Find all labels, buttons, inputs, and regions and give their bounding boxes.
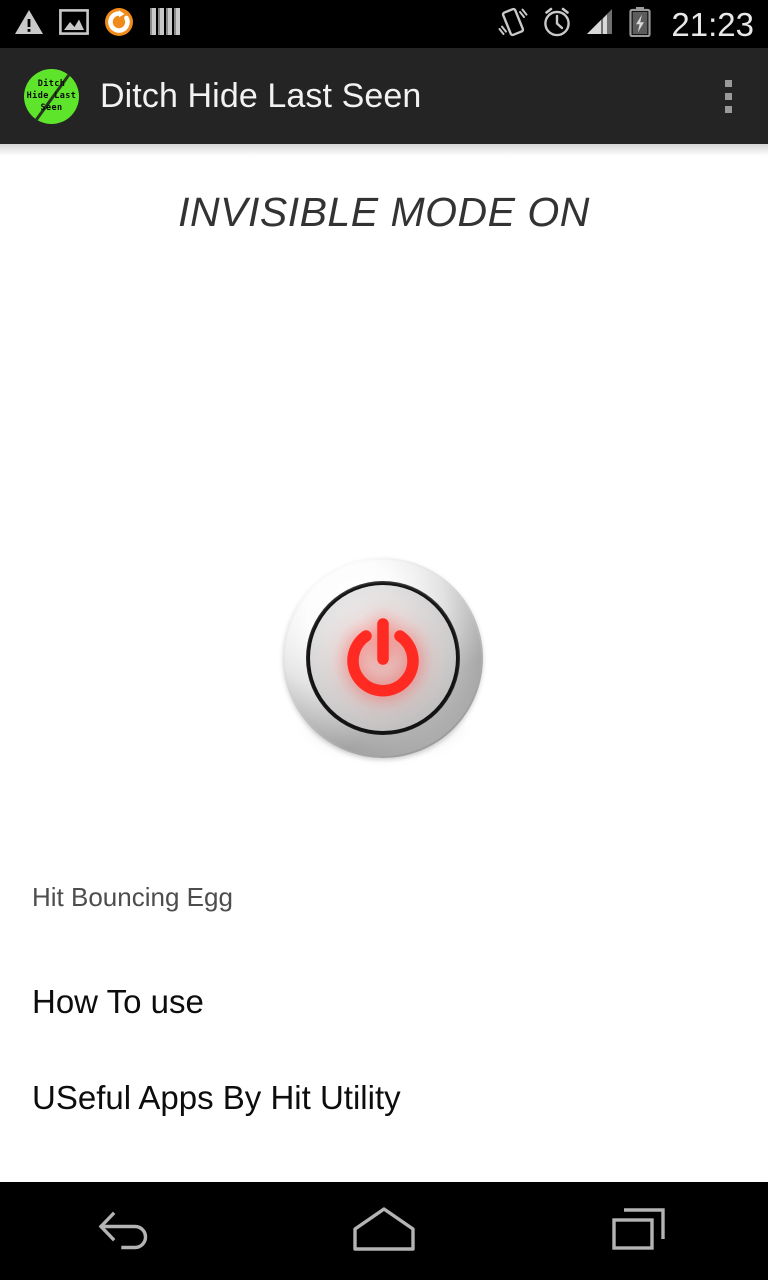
nav-back-button[interactable] (0, 1182, 256, 1280)
status-bar-clock: 21:23 (671, 5, 754, 43)
main-content: INVISIBLE MODE ON Hit Bouncing Egg How T… (0, 144, 768, 1182)
sync-circle-icon (104, 7, 134, 42)
android-screen: 21:23 Ditch Hide Last Seen Ditch Hide La… (0, 0, 768, 1280)
list-item-label: How To use (32, 983, 204, 1020)
overflow-dot-3 (724, 105, 732, 113)
navigation-bar (0, 1182, 768, 1280)
list-spacer-2 (0, 1036, 768, 1064)
signal-bars-icon (586, 8, 616, 41)
app-logo-line-3: Seen (40, 103, 63, 113)
list-item-label: Hit Bouncing Egg (32, 881, 233, 912)
link-list: Hit Bouncing Egg How To use USeful Apps … (0, 864, 768, 1132)
power-button-face (310, 585, 456, 731)
battery-charging-icon (629, 6, 652, 42)
home-icon (351, 1205, 417, 1258)
status-bar: 21:23 (0, 0, 768, 48)
app-logo-icon: Ditch Hide Last Seen (24, 68, 79, 124)
power-symbol-icon (344, 617, 422, 699)
app-logo-line-2: Hide Last (26, 91, 77, 101)
nav-recents-button[interactable] (512, 1182, 768, 1280)
list-item-label: USeful Apps By Hit Utility (32, 1079, 401, 1116)
recents-icon (610, 1203, 670, 1260)
list-spacer-1 (0, 930, 768, 968)
invisible-mode-status-text: INVISIBLE MODE ON (178, 189, 590, 235)
list-item-hit-bouncing-egg[interactable]: Hit Bouncing Egg (0, 864, 768, 930)
status-bar-right-icons: 21:23 (498, 6, 754, 43)
list-item-useful-apps[interactable]: USeful Apps By Hit Utility (0, 1064, 768, 1132)
nav-home-button[interactable] (256, 1182, 512, 1280)
list-item-how-to-use[interactable]: How To use (0, 968, 768, 1036)
action-bar: Ditch Hide Last Seen Ditch Hide Last See… (0, 48, 768, 144)
overflow-menu-icon[interactable] (706, 65, 750, 127)
alarm-clock-icon (541, 6, 573, 43)
page-title: Ditch Hide Last Seen (100, 76, 422, 115)
app-logo-line-1: Ditch (37, 79, 66, 89)
overflow-dot-2 (724, 92, 732, 100)
power-toggle-button[interactable] (283, 558, 485, 760)
bars-icon (149, 8, 181, 40)
warning-icon (14, 8, 44, 41)
vibrate-icon (498, 6, 528, 43)
image-icon (59, 8, 89, 40)
overflow-dot-1 (724, 79, 732, 87)
status-bar-left-icons (14, 7, 181, 42)
back-arrow-icon (97, 1201, 159, 1262)
